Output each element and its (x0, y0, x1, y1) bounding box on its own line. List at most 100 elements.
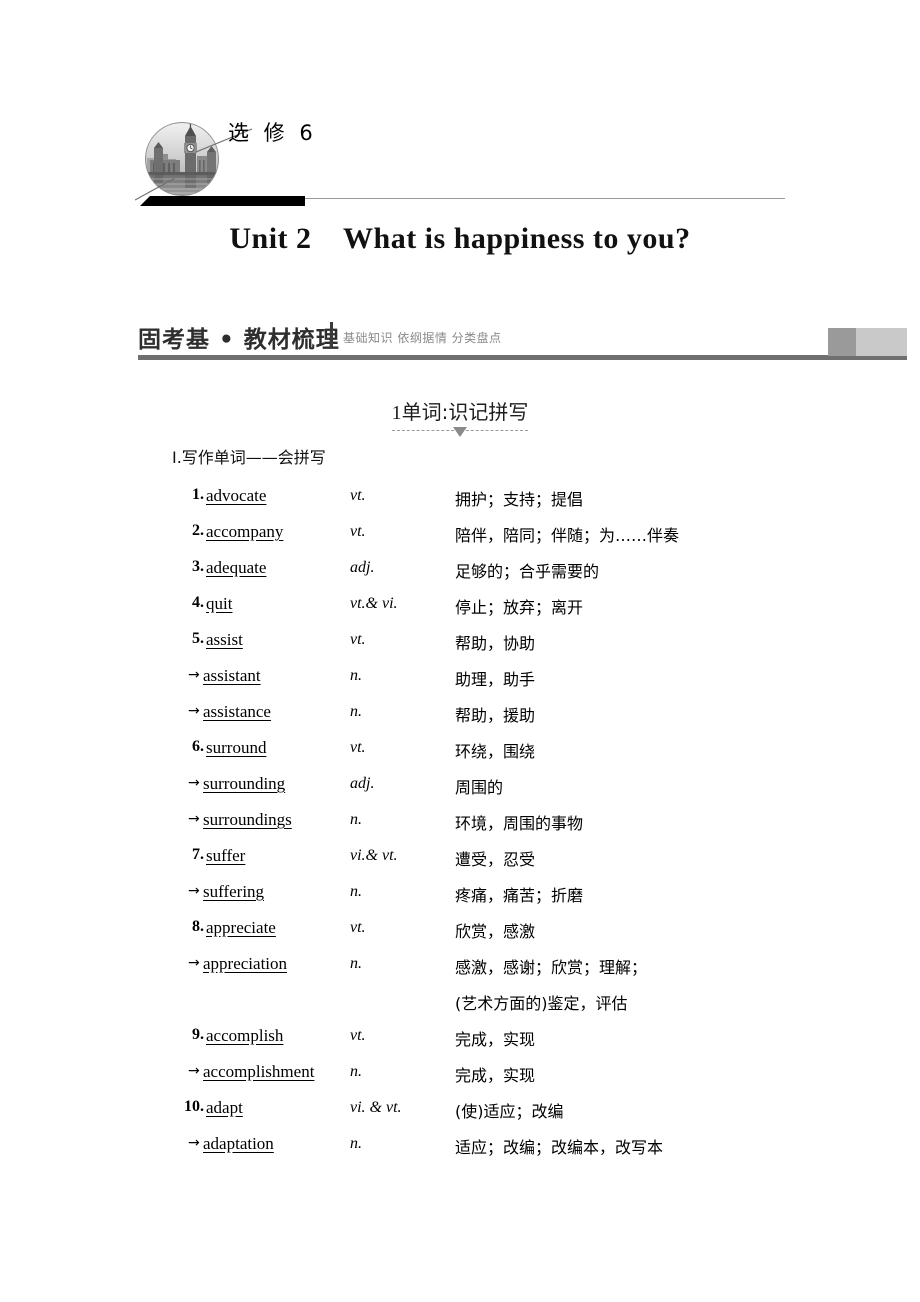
word-definition: 环境，周围的事物 (455, 814, 584, 833)
word-index: 8 (172, 918, 204, 936)
derivation-arrow-icon: → (188, 955, 200, 971)
derivation-arrow-icon: → (188, 811, 200, 827)
banner-block-light (856, 328, 907, 356)
word-definition: (使)适应；改编 (455, 1102, 564, 1121)
word-entry-row: 4quit vt.& vi. 停止；放弃；离开 (0, 594, 920, 630)
word-part-of-speech: vi.& vt. (350, 847, 398, 864)
section-banner-bar (138, 355, 907, 360)
word-index: 5 (172, 630, 204, 648)
derivation-arrow-icon: → (188, 1135, 200, 1151)
derivation-arrow-icon: → (188, 883, 200, 899)
word-part-of-speech: vt. (350, 919, 366, 936)
word-part-of-speech: vt. (350, 631, 366, 648)
word-derived-row: → appreciation n. 感激，感谢；欣赏；理解； (0, 954, 920, 990)
word-part-of-speech: n. (350, 703, 362, 720)
word-derived-row: → assistance n. 帮助，援助 (0, 702, 920, 738)
word-entry-row: 2accompany vt. 陪伴，陪同；伴随；为……伴奏 (0, 522, 920, 558)
word-term: assistant (203, 666, 261, 685)
word-derived-row: → suffering n. 疼痛，痛苦；折磨 (0, 882, 920, 918)
word-entry-row: 3adequate adj. 足够的；合乎需要的 (0, 558, 920, 594)
word-definition: 周围的 (455, 778, 504, 797)
word-entry-row: 9accomplish vt. 完成，实现 (0, 1026, 920, 1062)
word-definition: 陪伴，陪同；伴随；为……伴奏 (455, 526, 680, 545)
word-term: quit (206, 594, 233, 613)
word-definition: 助理，助手 (455, 670, 536, 689)
section-banner-subtitle: 基础知识 依纲据情 分类盘点 (343, 331, 502, 345)
word-part-of-speech: vt. (350, 739, 366, 756)
word-term: appreciate (206, 918, 276, 937)
word-definition: 停止；放弃；离开 (455, 598, 584, 617)
word-part-of-speech: n. (350, 955, 362, 972)
header-rule-accent (140, 196, 305, 206)
word-term: appreciation (203, 954, 288, 973)
word-definition: 完成，实现 (455, 1030, 536, 1049)
word-definition: 帮助，协助 (455, 634, 536, 653)
section-banner: 固考基 • 教材梳理 基础知识 依纲据情 分类盘点 (0, 320, 920, 368)
word-derived-row: → accomplishment n. 完成，实现 (0, 1062, 920, 1098)
word-definition: 疼痛，痛苦；折磨 (455, 886, 584, 905)
section-banner-title: 固考基 • 教材梳理 (138, 327, 340, 353)
word-definition: 遭受，忍受 (455, 850, 536, 869)
word-index: 1 (172, 486, 204, 504)
derivation-arrow-icon: → (188, 1063, 200, 1079)
word-term: accomplish (206, 1026, 284, 1045)
word-entry-row: 1advocate vt. 拥护；支持；提倡 (0, 486, 920, 522)
word-part-of-speech: n. (350, 1063, 362, 1080)
book-header: 选 修 6 (0, 0, 920, 215)
word-derived-row: → surroundings n. 环境，周围的事物 (0, 810, 920, 846)
word-index: 2 (172, 522, 204, 540)
word-part-of-speech: vt. (350, 487, 366, 504)
word-term: suffer (206, 846, 246, 865)
big-ben-photo-icon (145, 122, 219, 196)
word-definition: 完成，实现 (455, 1066, 536, 1085)
word-derived-row: → surrounding adj. 周围的 (0, 774, 920, 810)
word-definition: 欣赏，感激 (455, 922, 536, 941)
word-term: assist (206, 630, 243, 649)
word-index: 4 (172, 594, 204, 612)
word-definition-continuation-row: (艺术方面的)鉴定，评估 (0, 990, 920, 1026)
word-entry-row: 8appreciate vt. 欣赏，感激 (0, 918, 920, 954)
word-derived-row: → assistant n. 助理，助手 (0, 666, 920, 702)
word-term: advocate (206, 486, 267, 505)
book-volume-label: 选 修 6 (228, 121, 317, 145)
word-term: assistance (203, 702, 271, 721)
word-definition: 拥护；支持；提倡 (455, 490, 584, 509)
topic-number: 1 (391, 402, 402, 424)
word-index: 7 (172, 846, 204, 864)
word-term: adapt (206, 1098, 243, 1117)
word-term: adaptation (203, 1134, 274, 1153)
header-rule-thin (305, 198, 785, 199)
word-index: 9 (172, 1026, 204, 1044)
word-term: accomplishment (203, 1062, 315, 1081)
topic-label: 单词:识记拼写 (401, 400, 529, 424)
word-entry-row: 5assist vt. 帮助，协助 (0, 630, 920, 666)
word-term: surrounding (203, 774, 286, 793)
word-term: surroundings (203, 810, 292, 829)
word-part-of-speech: vt. (350, 1027, 366, 1044)
word-definition-continued: (艺术方面的)鉴定，评估 (455, 994, 628, 1013)
topic-down-arrow-icon (0, 426, 920, 438)
word-entry-row: 6surround vt. 环绕，围绕 (0, 738, 920, 774)
page-title: Unit 2 What is happiness to you? (229, 222, 691, 255)
word-part-of-speech: vt.& vi. (350, 595, 398, 612)
word-term: adequate (206, 558, 267, 577)
word-part-of-speech: n. (350, 883, 362, 900)
word-definition: 足够的；合乎需要的 (455, 562, 600, 581)
section-banner-divider (330, 322, 333, 348)
word-term: suffering (203, 882, 265, 901)
word-definition: 适应；改编；改编本，改写本 (455, 1138, 664, 1157)
derivation-arrow-icon: → (188, 775, 200, 791)
word-list: 1advocate vt. 拥护；支持；提倡 2accompany vt. 陪伴，陪同；伴… (0, 486, 920, 1170)
banner-block-dark (828, 328, 856, 356)
word-index: 10 (172, 1098, 204, 1116)
word-entry-row: 10adapt vi. & vt. (使)适应；改编 (0, 1098, 920, 1134)
word-term: surround (206, 738, 267, 757)
word-index: 3 (172, 558, 204, 576)
word-definition: 感激，感谢；欣赏；理解； (455, 958, 648, 977)
word-part-of-speech: adj. (350, 775, 375, 792)
word-part-of-speech: n. (350, 667, 362, 684)
word-derived-row: → adaptation n. 适应；改编；改编本，改写本 (0, 1134, 920, 1170)
word-part-of-speech: adj. (350, 559, 375, 576)
derivation-arrow-icon: → (188, 667, 200, 683)
word-definition: 帮助，援助 (455, 706, 536, 725)
